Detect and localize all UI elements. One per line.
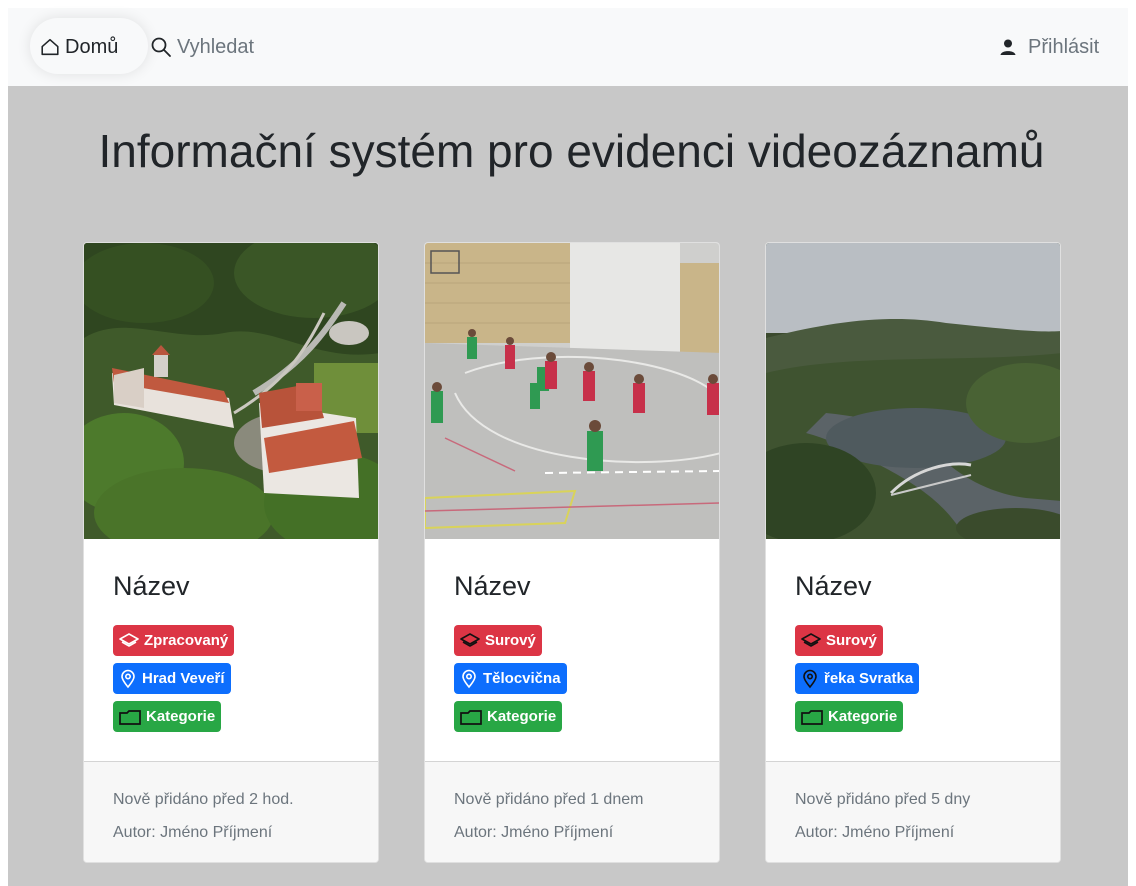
card-title[interactable]: Název — [795, 571, 872, 602]
author: Autor: Jméno Příjmení — [795, 824, 955, 841]
card-body: Název Zpracovaný Hrad Veveří Kategorie — [84, 539, 378, 761]
layers-icon — [119, 632, 139, 647]
card-footer: Nově přidáno před 5 dny Autor: Jméno Pří… — [766, 761, 1060, 862]
category-badge[interactable]: Kategorie — [795, 701, 904, 732]
video-thumbnail-castle[interactable] — [84, 243, 378, 539]
layers-icon — [460, 632, 480, 647]
location-badge[interactable]: Hrad Veveří — [113, 663, 231, 694]
state-badge[interactable]: Surový — [795, 625, 883, 656]
geo-pin-icon — [462, 669, 476, 688]
layers-icon — [801, 632, 821, 647]
geo-pin-icon — [803, 669, 817, 688]
folder-icon — [460, 709, 482, 725]
category-badge-label: Kategorie — [828, 708, 898, 725]
author: Autor: Jméno Příjmení — [454, 824, 614, 841]
added-time: Nově přidáno před 2 hod. — [113, 791, 294, 808]
card-title[interactable]: Název — [454, 571, 531, 602]
location-badge-label: Tělocvična — [483, 670, 561, 687]
nav-login-link[interactable]: Přihlásit — [998, 35, 1099, 59]
card-body: Název Surový řeka Svratka Kategorie — [766, 539, 1060, 761]
card-title[interactable]: Název — [113, 571, 190, 602]
author: Autor: Jméno Příjmení — [113, 824, 273, 841]
location-badge-label: řeka Svratka — [824, 670, 914, 687]
geo-pin-icon — [121, 669, 135, 688]
main-content: Informační systém pro evidenci videozázn… — [8, 86, 1128, 886]
page: Domů Vyhledat Přihlásit Informační systé… — [0, 0, 1136, 886]
video-thumbnail-gym[interactable] — [425, 243, 719, 539]
nav-home-link[interactable]: Domů — [39, 35, 118, 59]
state-badge[interactable]: Surový — [454, 625, 542, 656]
page-title: Informační systém pro evidenci videozázn… — [98, 125, 1045, 177]
state-badge[interactable]: Zpracovaný — [113, 625, 235, 656]
category-badge-label: Kategorie — [146, 708, 216, 725]
location-badge[interactable]: Tělocvična — [454, 663, 567, 694]
card-body: Název Surový Tělocvična Kategorie — [425, 539, 719, 761]
folder-icon — [119, 709, 141, 725]
nav-search-link[interactable]: Vyhledat — [149, 35, 254, 59]
video-card[interactable]: Název Zpracovaný Hrad Veveří Kategorie N… — [83, 242, 379, 863]
card-footer: Nově přidáno před 2 hod. Autor: Jméno Př… — [84, 761, 378, 862]
top-navbar: Domů Vyhledat Přihlásit — [8, 8, 1128, 86]
search-icon — [151, 37, 171, 57]
video-card[interactable]: Název Surový Tělocvična Kategorie Nově p… — [424, 242, 720, 863]
person-icon — [1000, 39, 1016, 55]
state-badge-label: Surový — [826, 632, 877, 649]
location-badge[interactable]: řeka Svratka — [795, 663, 920, 694]
nav-login-label: Přihlásit — [1028, 35, 1100, 58]
house-icon — [41, 38, 59, 56]
state-badge-label: Surový — [485, 632, 536, 649]
added-time: Nově přidáno před 1 dnem — [454, 791, 644, 808]
nav-home-label: Domů — [65, 35, 119, 58]
added-time: Nově přidáno před 5 dny — [795, 791, 971, 808]
folder-icon — [801, 709, 823, 725]
category-badge[interactable]: Kategorie — [113, 701, 222, 732]
video-card[interactable]: Název Surový řeka Svratka Kategorie Nově… — [765, 242, 1061, 863]
location-badge-label: Hrad Veveří — [142, 670, 225, 687]
card-footer: Nově přidáno před 1 dnem Autor: Jméno Př… — [425, 761, 719, 862]
category-badge-label: Kategorie — [487, 708, 557, 725]
nav-search-label: Vyhledat — [177, 35, 255, 58]
video-thumbnail-river[interactable] — [766, 243, 1060, 539]
category-badge[interactable]: Kategorie — [454, 701, 563, 732]
state-badge-label: Zpracovaný — [144, 632, 229, 649]
